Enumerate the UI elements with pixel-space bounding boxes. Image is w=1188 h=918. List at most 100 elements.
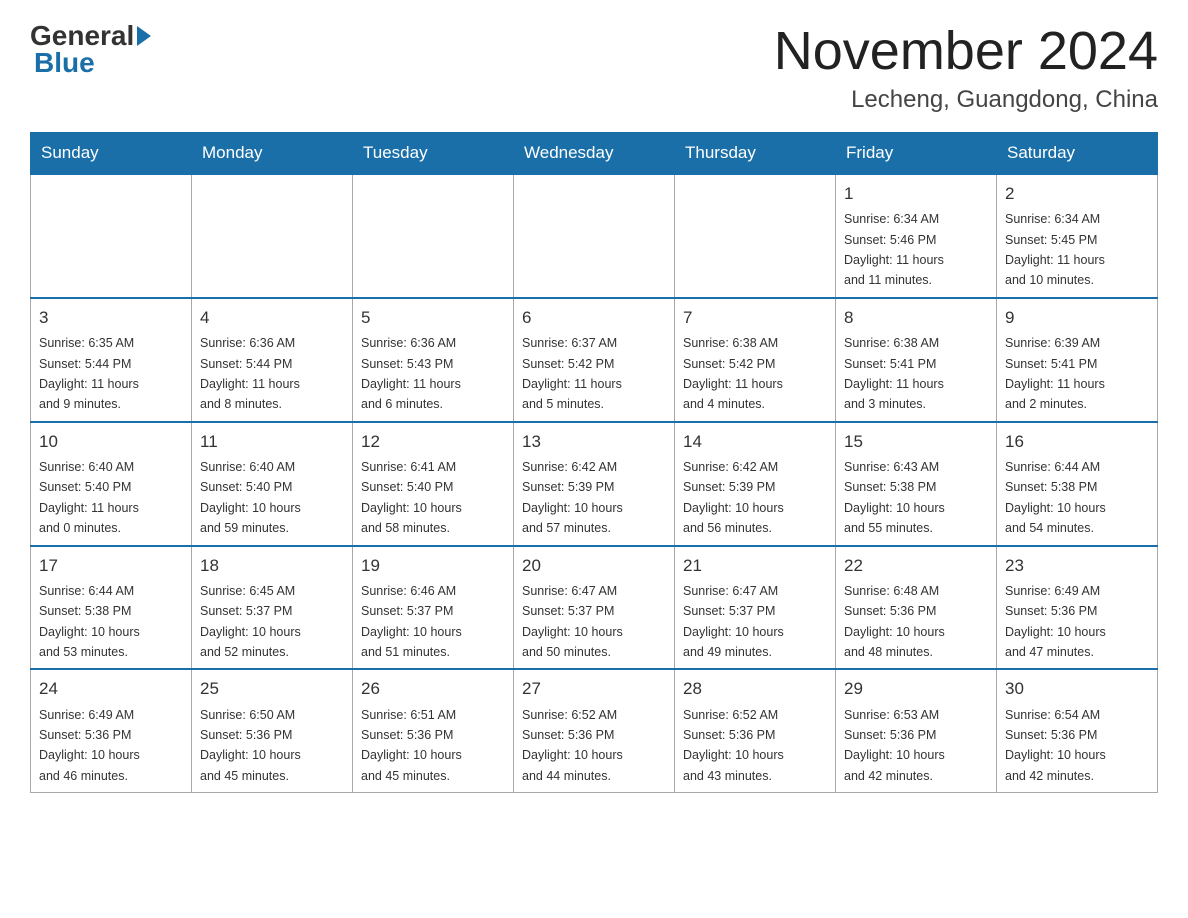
day-info: Sunrise: 6:40 AM Sunset: 5:40 PM Dayligh… [200, 460, 301, 535]
calendar-cell: 28 Sunrise: 6:52 AM Sunset: 5:36 PM Dayli… [675, 669, 836, 792]
calendar-cell: 11 Sunrise: 6:40 AM Sunset: 5:40 PM Dayli… [192, 422, 353, 546]
day-number: 2 [1005, 181, 1149, 207]
day-info: Sunrise: 6:45 AM Sunset: 5:37 PM Dayligh… [200, 584, 301, 659]
day-number: 1 [844, 181, 988, 207]
day-info: Sunrise: 6:43 AM Sunset: 5:38 PM Dayligh… [844, 460, 945, 535]
week-row-3: 10 Sunrise: 6:40 AM Sunset: 5:40 PM Dayli… [31, 422, 1158, 546]
day-info: Sunrise: 6:44 AM Sunset: 5:38 PM Dayligh… [1005, 460, 1106, 535]
calendar-cell: 22Sunrise: 6:48 AM Sunset: 5:36 PM Dayli… [836, 546, 997, 670]
calendar-cell: 29Sunrise: 6:53 AM Sunset: 5:36 PM Dayli… [836, 669, 997, 792]
calendar-cell [675, 174, 836, 298]
calendar-cell: 20 Sunrise: 6:47 AM Sunset: 5:37 PM Dayli… [514, 546, 675, 670]
week-row-5: 24 Sunrise: 6:49 AM Sunset: 5:36 PM Dayli… [31, 669, 1158, 792]
calendar-cell: 23Sunrise: 6:49 AM Sunset: 5:36 PM Dayli… [997, 546, 1158, 670]
day-number: 18 [200, 553, 344, 579]
day-info: Sunrise: 6:49 AM Sunset: 5:36 PM Dayligh… [1005, 584, 1106, 659]
page-header: General Blue November 2024 Lecheng, Guan… [30, 20, 1158, 114]
day-number: 30 [1005, 676, 1149, 702]
day-number: 4 [200, 305, 344, 331]
day-number: 12 [361, 429, 505, 455]
week-row-1: 1 Sunrise: 6:34 AM Sunset: 5:46 PM Daylig… [31, 174, 1158, 298]
calendar-cell: 2 Sunrise: 6:34 AM Sunset: 5:45 PM Daylig… [997, 174, 1158, 298]
day-info: Sunrise: 6:52 AM Sunset: 5:36 PM Dayligh… [522, 708, 623, 783]
day-number: 22 [844, 553, 988, 579]
day-number: 16 [1005, 429, 1149, 455]
logo: General Blue [30, 20, 154, 79]
calendar-cell: 6 Sunrise: 6:37 AM Sunset: 5:42 PM Daylig… [514, 298, 675, 422]
weekday-header-wednesday: Wednesday [514, 133, 675, 175]
day-number: 21 [683, 553, 827, 579]
day-number: 27 [522, 676, 666, 702]
day-number: 25 [200, 676, 344, 702]
day-info: Sunrise: 6:36 AM Sunset: 5:44 PM Dayligh… [200, 336, 300, 411]
day-number: 15 [844, 429, 988, 455]
day-number: 26 [361, 676, 505, 702]
logo-arrow-icon [137, 26, 151, 46]
day-info: Sunrise: 6:42 AM Sunset: 5:39 PM Dayligh… [683, 460, 784, 535]
calendar-cell: 21 Sunrise: 6:47 AM Sunset: 5:37 PM Dayli… [675, 546, 836, 670]
calendar-cell: 5Sunrise: 6:36 AM Sunset: 5:43 PM Daylig… [353, 298, 514, 422]
calendar-cell: 8Sunrise: 6:38 AM Sunset: 5:41 PM Daylig… [836, 298, 997, 422]
header-row: SundayMondayTuesdayWednesdayThursdayFrid… [31, 133, 1158, 175]
day-number: 11 [200, 429, 344, 455]
day-number: 20 [522, 553, 666, 579]
calendar-cell: 16 Sunrise: 6:44 AM Sunset: 5:38 PM Dayli… [997, 422, 1158, 546]
week-row-4: 17 Sunrise: 6:44 AM Sunset: 5:38 PM Dayli… [31, 546, 1158, 670]
calendar-cell: 27 Sunrise: 6:52 AM Sunset: 5:36 PM Dayli… [514, 669, 675, 792]
day-info: Sunrise: 6:35 AM Sunset: 5:44 PM Dayligh… [39, 336, 139, 411]
calendar-cell [514, 174, 675, 298]
calendar-cell: 19 Sunrise: 6:46 AM Sunset: 5:37 PM Dayli… [353, 546, 514, 670]
day-number: 17 [39, 553, 183, 579]
month-title: November 2024 [774, 20, 1158, 82]
calendar-cell: 14 Sunrise: 6:42 AM Sunset: 5:39 PM Dayli… [675, 422, 836, 546]
day-number: 19 [361, 553, 505, 579]
day-number: 6 [522, 305, 666, 331]
day-info: Sunrise: 6:34 AM Sunset: 5:45 PM Dayligh… [1005, 212, 1105, 287]
day-info: Sunrise: 6:49 AM Sunset: 5:36 PM Dayligh… [39, 708, 140, 783]
day-info: Sunrise: 6:41 AM Sunset: 5:40 PM Dayligh… [361, 460, 462, 535]
calendar-cell: 18 Sunrise: 6:45 AM Sunset: 5:37 PM Dayli… [192, 546, 353, 670]
calendar-cell: 13 Sunrise: 6:42 AM Sunset: 5:39 PM Dayli… [514, 422, 675, 546]
calendar-cell: 24 Sunrise: 6:49 AM Sunset: 5:36 PM Dayli… [31, 669, 192, 792]
day-info: Sunrise: 6:44 AM Sunset: 5:38 PM Dayligh… [39, 584, 140, 659]
day-info: Sunrise: 6:47 AM Sunset: 5:37 PM Dayligh… [683, 584, 784, 659]
title-area: November 2024 Lecheng, Guangdong, China [774, 20, 1158, 114]
calendar-cell: 10 Sunrise: 6:40 AM Sunset: 5:40 PM Dayli… [31, 422, 192, 546]
calendar-cell: 26Sunrise: 6:51 AM Sunset: 5:36 PM Dayli… [353, 669, 514, 792]
day-number: 10 [39, 429, 183, 455]
day-number: 14 [683, 429, 827, 455]
week-row-2: 3Sunrise: 6:35 AM Sunset: 5:44 PM Daylig… [31, 298, 1158, 422]
day-info: Sunrise: 6:52 AM Sunset: 5:36 PM Dayligh… [683, 708, 784, 783]
calendar-cell: 9Sunrise: 6:39 AM Sunset: 5:41 PM Daylig… [997, 298, 1158, 422]
day-number: 9 [1005, 305, 1149, 331]
weekday-header-monday: Monday [192, 133, 353, 175]
day-info: Sunrise: 6:46 AM Sunset: 5:37 PM Dayligh… [361, 584, 462, 659]
calendar-cell: 17 Sunrise: 6:44 AM Sunset: 5:38 PM Dayli… [31, 546, 192, 670]
day-info: Sunrise: 6:42 AM Sunset: 5:39 PM Dayligh… [522, 460, 623, 535]
day-info: Sunrise: 6:50 AM Sunset: 5:36 PM Dayligh… [200, 708, 301, 783]
day-info: Sunrise: 6:37 AM Sunset: 5:42 PM Dayligh… [522, 336, 622, 411]
day-number: 24 [39, 676, 183, 702]
logo-blue-text: Blue [34, 47, 95, 79]
day-number: 13 [522, 429, 666, 455]
day-number: 28 [683, 676, 827, 702]
calendar-cell: 3Sunrise: 6:35 AM Sunset: 5:44 PM Daylig… [31, 298, 192, 422]
day-info: Sunrise: 6:54 AM Sunset: 5:36 PM Dayligh… [1005, 708, 1106, 783]
location-text: Lecheng, Guangdong, China [774, 86, 1158, 114]
weekday-header-friday: Friday [836, 133, 997, 175]
day-number: 8 [844, 305, 988, 331]
day-info: Sunrise: 6:47 AM Sunset: 5:37 PM Dayligh… [522, 584, 623, 659]
day-info: Sunrise: 6:34 AM Sunset: 5:46 PM Dayligh… [844, 212, 944, 287]
calendar-cell: 30 Sunrise: 6:54 AM Sunset: 5:36 PM Dayli… [997, 669, 1158, 792]
day-info: Sunrise: 6:40 AM Sunset: 5:40 PM Dayligh… [39, 460, 139, 535]
day-number: 29 [844, 676, 988, 702]
calendar-cell: 12 Sunrise: 6:41 AM Sunset: 5:40 PM Dayli… [353, 422, 514, 546]
day-number: 7 [683, 305, 827, 331]
calendar-cell: 15 Sunrise: 6:43 AM Sunset: 5:38 PM Dayli… [836, 422, 997, 546]
day-info: Sunrise: 6:36 AM Sunset: 5:43 PM Dayligh… [361, 336, 461, 411]
weekday-header-sunday: Sunday [31, 133, 192, 175]
weekday-header-tuesday: Tuesday [353, 133, 514, 175]
calendar-table: SundayMondayTuesdayWednesdayThursdayFrid… [30, 132, 1158, 793]
calendar-cell [31, 174, 192, 298]
calendar-cell [192, 174, 353, 298]
